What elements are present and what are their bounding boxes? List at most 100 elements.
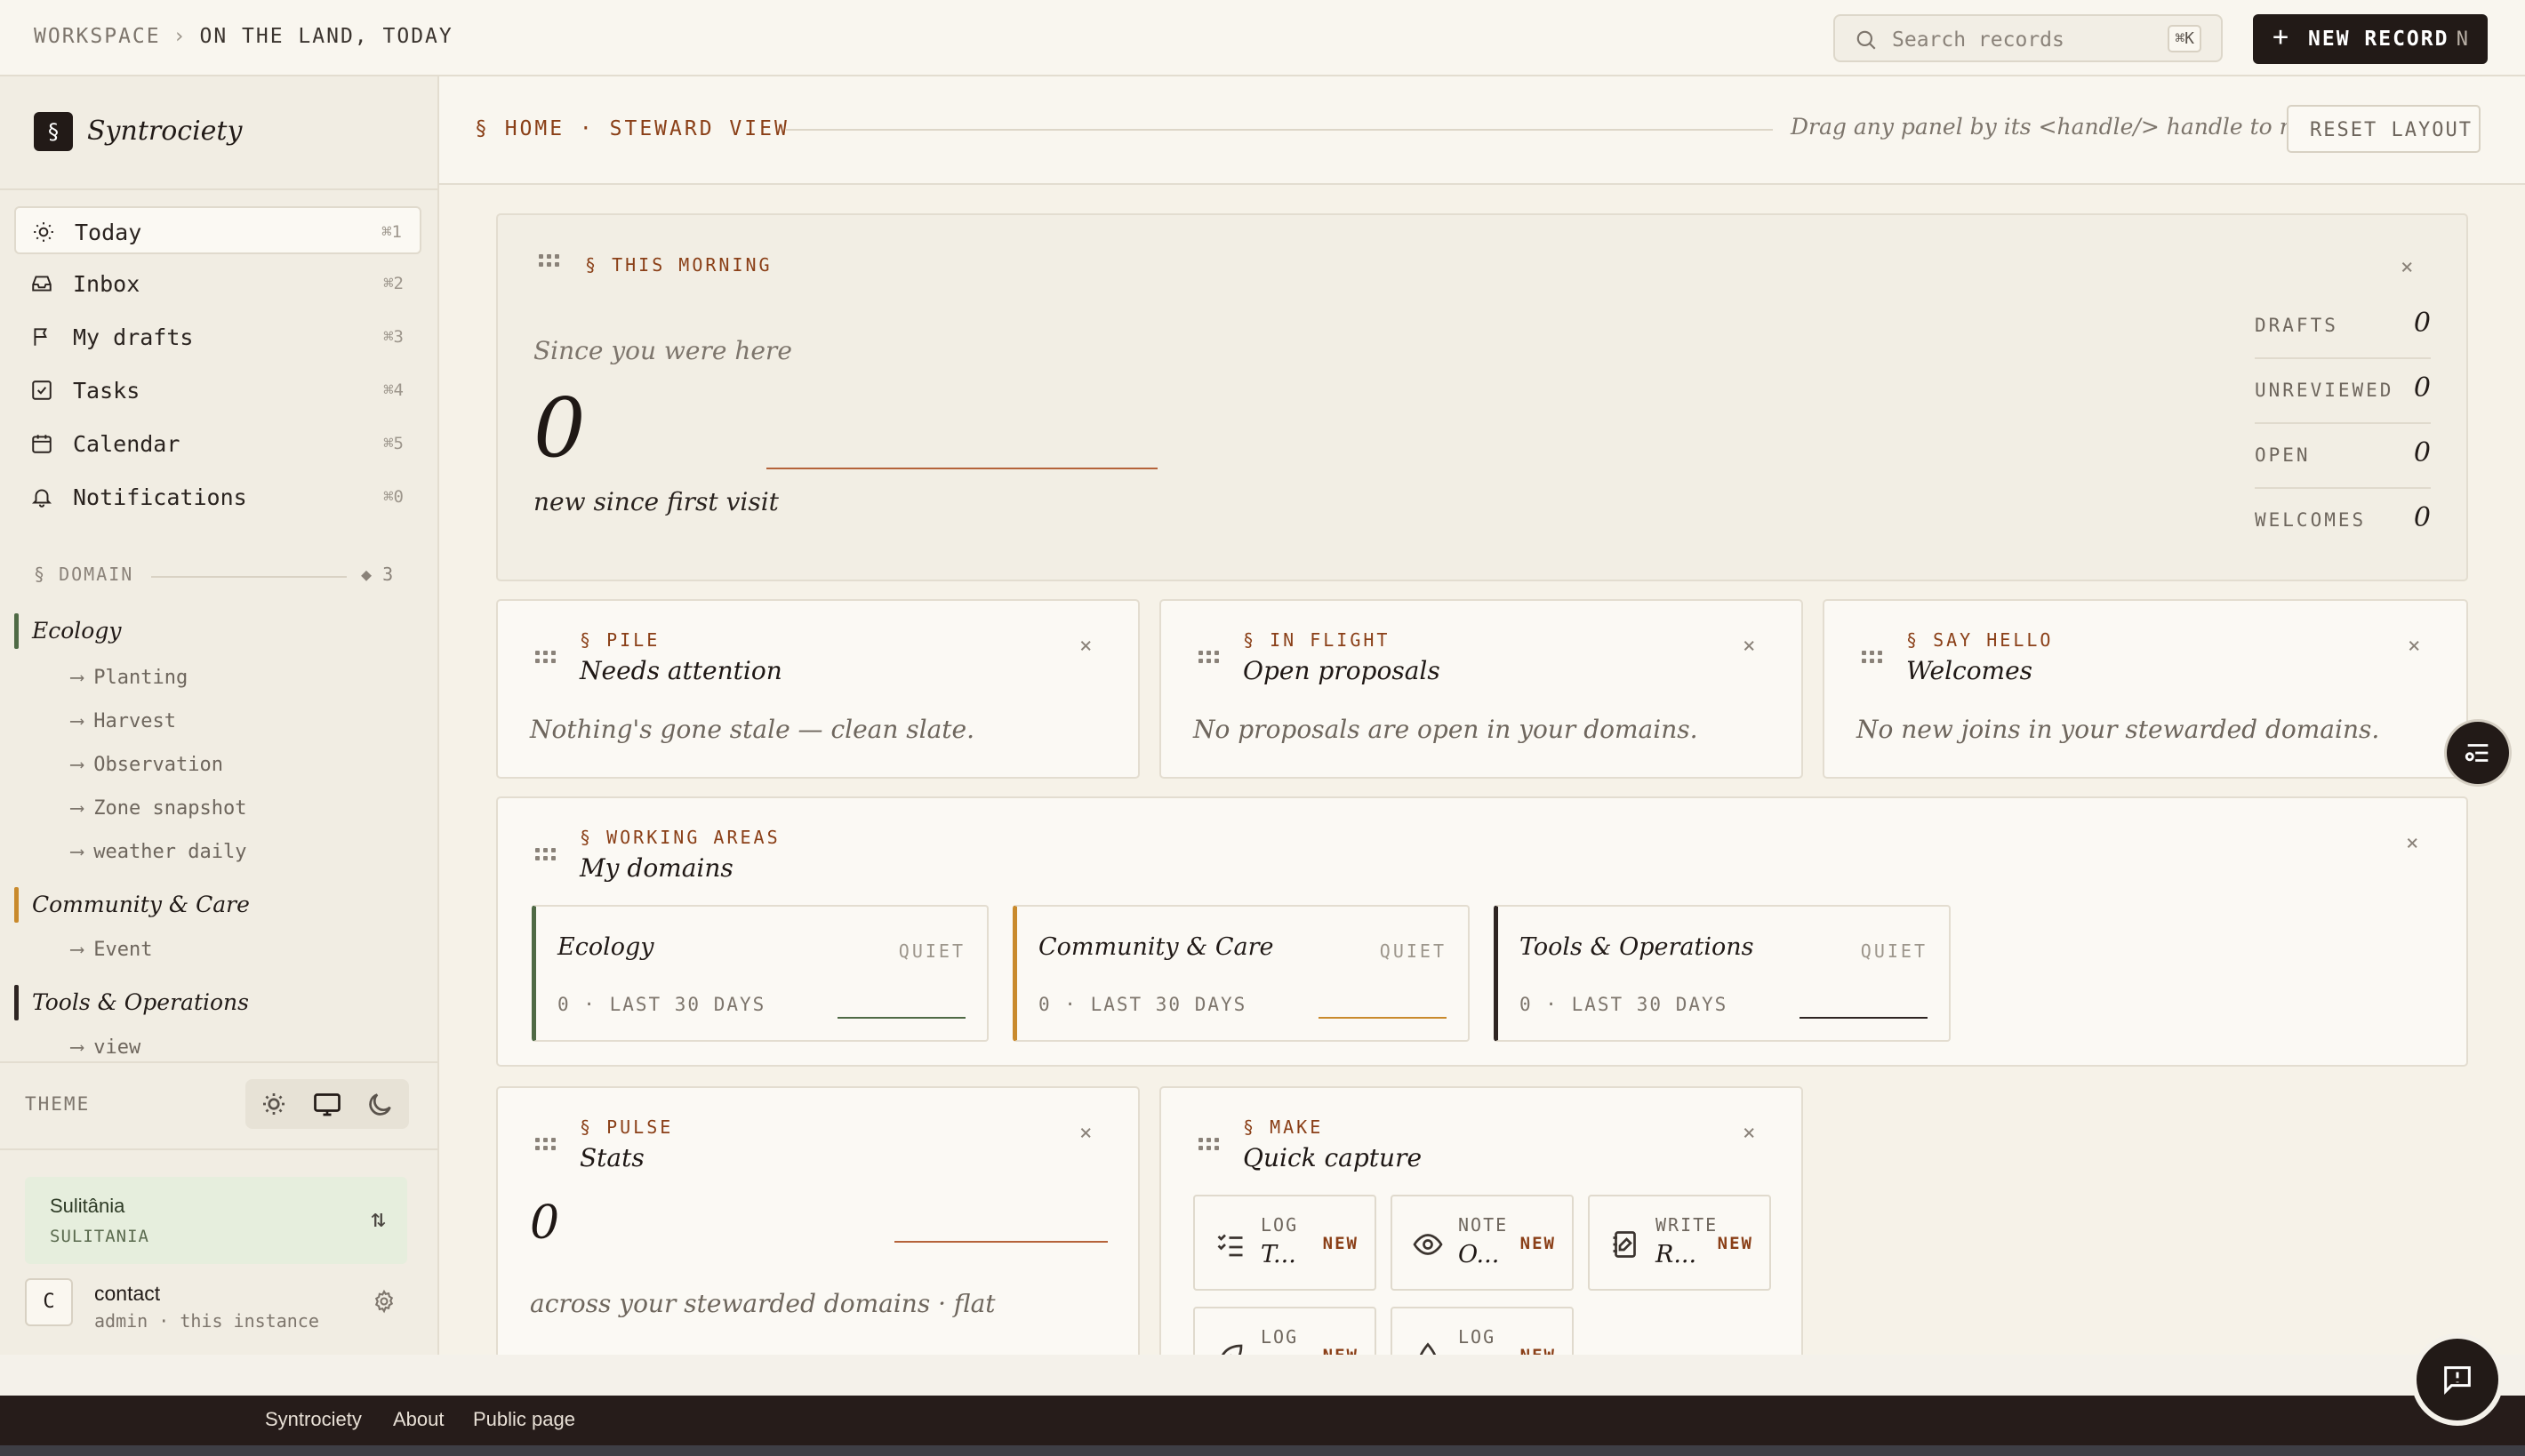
close-icon[interactable]: × — [2406, 830, 2418, 855]
checklist-icon — [1217, 1234, 1243, 1257]
new-record-label: NEW RECORD — [2308, 28, 2449, 51]
close-icon[interactable]: × — [1079, 1120, 1092, 1145]
divider — [2255, 487, 2431, 489]
new-count: 0 — [533, 380, 586, 476]
quick-capture-verb: NOTE — [1458, 1214, 1509, 1236]
metric-welcomes[interactable]: WELCOMES 0 — [2255, 490, 2431, 554]
footer-link-about[interactable]: About — [393, 1408, 445, 1431]
panel-title: Welcomes — [1906, 656, 2033, 685]
flag-icon — [34, 328, 47, 346]
panel-body: No proposals are open in your domains. — [1193, 715, 1698, 744]
drag-handle-icon[interactable] — [1198, 651, 1220, 665]
filter-list-icon — [2465, 744, 2489, 762]
gear-icon[interactable] — [372, 1289, 397, 1314]
nav-label: Notifications — [73, 484, 247, 510]
domain-card-status: QUIET — [898, 940, 966, 962]
breadcrumb-separator: › — [172, 25, 188, 48]
metric-label: DRAFTS — [2255, 315, 2338, 336]
domain-item-harvest[interactable]: ⟶ Harvest — [71, 710, 176, 732]
filter-panel-button[interactable] — [2447, 722, 2509, 784]
new-record-button[interactable]: + NEW RECORD N — [2253, 14, 2488, 64]
since-caption: Since you were here — [533, 336, 792, 365]
quick-capture-note-observation[interactable]: NOTE O... NEW — [1391, 1195, 1574, 1291]
nav-item-today[interactable]: Today ⌘1 — [14, 206, 421, 254]
close-icon[interactable]: × — [2401, 254, 2413, 279]
quick-capture-target: O... — [1458, 1241, 1500, 1268]
nav-shortcut: ⌘0 — [383, 487, 404, 507]
domain-item-event[interactable]: ⟶ Event — [71, 939, 152, 961]
panel-tag: § WORKING AREAS — [580, 827, 781, 848]
panel-body: across your stewarded domains · flat — [530, 1289, 996, 1318]
drag-handle-icon[interactable] — [535, 848, 557, 862]
nav-label: My drafts — [73, 324, 194, 350]
swap-vertical-icon: ⇅ — [371, 1204, 386, 1233]
close-icon[interactable]: × — [1743, 1120, 1755, 1145]
panel-title: My domains — [580, 853, 733, 883]
new-badge: NEW — [1717, 1234, 1753, 1253]
domain-card-tools-operations[interactable]: Tools & Operations QUIET 0 · LAST 30 DAY… — [1494, 905, 1951, 1042]
nav-shortcut: ⌘2 — [383, 274, 404, 293]
sun-icon[interactable] — [258, 1088, 290, 1120]
panel-tag: § IN FLIGHT — [1243, 629, 1391, 651]
divider — [0, 188, 437, 190]
drag-handle-icon[interactable] — [535, 651, 557, 665]
reset-layout-label: RESET LAYOUT — [2310, 119, 2473, 141]
panel-this-morning: § THIS MORNING × Since you were here 0 n… — [496, 213, 2468, 581]
nav-label: Tasks — [73, 378, 140, 404]
theme-label: THEME — [25, 1093, 91, 1115]
domain-item-zone-snapshot[interactable]: ⟶ Zone snapshot — [71, 797, 246, 820]
nav-item-my-drafts[interactable]: My drafts ⌘3 — [14, 313, 421, 361]
domain-name: Community & Care — [32, 892, 250, 917]
arrow-right-icon: ⟶ — [71, 841, 84, 863]
sun-icon — [34, 222, 53, 242]
metric-unreviewed[interactable]: UNREVIEWED 0 — [2255, 360, 2431, 424]
sparkline — [1319, 1017, 1447, 1019]
drag-handle-icon[interactable] — [1862, 651, 1883, 665]
avatar[interactable]: C — [25, 1278, 73, 1326]
moon-icon[interactable] — [365, 1088, 397, 1120]
feedback-button[interactable] — [2417, 1339, 2498, 1420]
arrow-right-icon: ⟶ — [71, 667, 84, 689]
close-icon[interactable]: × — [2408, 633, 2420, 658]
domain-item-observation[interactable]: ⟶ Observation — [71, 754, 223, 776]
nav-item-tasks[interactable]: Tasks ⌘4 — [14, 366, 421, 414]
plus-icon: + — [2272, 21, 2289, 52]
footer-spacer — [0, 1355, 2525, 1396]
sparkline — [1800, 1017, 1928, 1019]
nav-item-inbox[interactable]: Inbox ⌘2 — [14, 260, 421, 308]
domain-item-view[interactable]: ⟶ view — [71, 1036, 140, 1059]
domain-card-ecology[interactable]: Ecology QUIET 0 · LAST 30 DAYS — [532, 905, 989, 1042]
footer-link-syntrociety[interactable]: Syntrociety — [265, 1408, 362, 1431]
breadcrumb-workspace[interactable]: WORKSPACE — [34, 25, 161, 48]
quick-capture-verb: LOG — [1261, 1214, 1299, 1236]
quick-capture-log-task[interactable]: LOG T... NEW — [1193, 1195, 1376, 1291]
arrow-right-icon: ⟶ — [71, 797, 84, 820]
drag-handle-icon[interactable] — [539, 254, 560, 268]
instance-switcher[interactable]: Sulitânia SULITANIA ⇅ — [25, 1177, 407, 1264]
monitor-icon[interactable] — [311, 1088, 343, 1120]
domain-color-bar — [14, 887, 19, 923]
footer-link-public-page[interactable]: Public page — [473, 1408, 575, 1431]
new-badge: NEW — [1519, 1234, 1556, 1253]
nav-item-notifications[interactable]: Notifications ⌘0 — [14, 473, 421, 521]
reset-layout-button[interactable]: RESET LAYOUT — [2287, 105, 2481, 153]
domain-card-name: Tools & Operations — [1519, 933, 1754, 961]
domain-item-planting[interactable]: ⟶ Planting — [71, 667, 188, 689]
domain-card-stat: 0 · LAST 30 DAYS — [1519, 994, 1728, 1015]
main-header: § HOME · STEWARD VIEW Drag any panel by … — [439, 76, 2525, 185]
close-icon[interactable]: × — [1079, 633, 1092, 658]
close-icon[interactable]: × — [1743, 633, 1755, 658]
nav-item-calendar[interactable]: Calendar ⌘5 — [14, 420, 421, 468]
domain-item-weather-daily[interactable]: ⟶ weather daily — [71, 841, 246, 863]
domain-card-community-care[interactable]: Community & Care QUIET 0 · LAST 30 DAYS — [1013, 905, 1470, 1042]
drag-handle-icon[interactable] — [1198, 1138, 1220, 1152]
metric-drafts[interactable]: DRAFTS 0 — [2255, 295, 2431, 359]
panel-body: No new joins in your stewarded domains. — [1856, 715, 2380, 744]
panel-tag: § SAY HELLO — [1906, 629, 2054, 651]
search-input[interactable]: Search records ⌘K — [1833, 14, 2223, 62]
quick-capture-write-record[interactable]: WRITE R... NEW — [1588, 1195, 1771, 1291]
domain-item-label: Event — [93, 939, 153, 961]
metric-label: UNREVIEWED — [2255, 380, 2394, 401]
drag-handle-icon[interactable] — [535, 1138, 557, 1152]
metric-open[interactable]: OPEN 0 — [2255, 425, 2431, 489]
